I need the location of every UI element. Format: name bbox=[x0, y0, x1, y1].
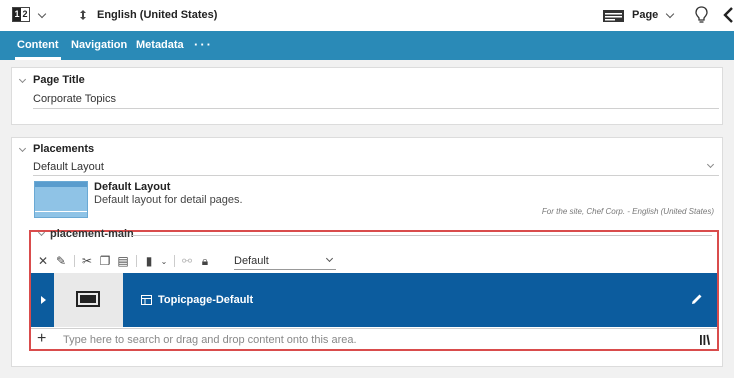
collapse-chevron-icon[interactable] bbox=[18, 144, 27, 153]
locale-icon bbox=[80, 10, 86, 20]
layout-name: Default Layout bbox=[94, 181, 171, 193]
page-title-field[interactable]: Corporate Topics bbox=[33, 93, 116, 105]
lightbulb-icon[interactable] bbox=[695, 6, 708, 24]
item-thumbnail bbox=[54, 273, 123, 327]
toolbar-separator bbox=[174, 255, 175, 267]
more-tabs-button[interactable]: ··· bbox=[194, 31, 213, 60]
monitor-icon bbox=[76, 291, 100, 307]
collapse-chevron-icon[interactable] bbox=[18, 75, 27, 84]
copy-icon[interactable]: ❐ bbox=[98, 253, 112, 269]
layout-description: Default layout for detail pages. bbox=[94, 194, 243, 206]
add-icon[interactable]: + bbox=[37, 330, 46, 348]
collapse-arrow-icon[interactable] bbox=[722, 7, 734, 23]
placement-toolbar: ✕ ✎ ✂ ❐ ▤ ▮ ⌄ ⚯ 🔒︎ bbox=[36, 252, 216, 270]
library-icon[interactable] bbox=[699, 332, 711, 346]
view-type-select[interactable]: Default bbox=[234, 252, 336, 270]
language-compare-toggle[interactable]: 1 2 bbox=[12, 7, 30, 22]
page-title-heading: Page Title bbox=[33, 74, 85, 86]
tab-bar: Content Navigation Metadata ··· bbox=[0, 31, 734, 60]
field-underline bbox=[33, 175, 719, 176]
page-view-icon[interactable] bbox=[603, 10, 624, 22]
tab-metadata[interactable]: Metadata bbox=[136, 31, 184, 60]
chevron-down-icon bbox=[325, 254, 334, 263]
cut-icon[interactable]: ✂ bbox=[80, 253, 94, 269]
expand-caret-icon[interactable] bbox=[41, 296, 46, 304]
layout-select[interactable]: Default Layout bbox=[33, 161, 104, 173]
placement-divider bbox=[132, 235, 712, 236]
field-underline bbox=[33, 108, 719, 109]
placements-panel: Placements Default Layout Default Layout… bbox=[11, 137, 723, 367]
page-grid-icon bbox=[141, 295, 152, 305]
chevron-down-icon[interactable] bbox=[37, 9, 47, 19]
chevron-down-icon[interactable] bbox=[706, 160, 715, 169]
toolbar-separator bbox=[136, 255, 137, 267]
placements-heading: Placements bbox=[33, 143, 95, 155]
view-mode-selector[interactable]: Page bbox=[632, 9, 658, 21]
page-title-panel: Page Title Corporate Topics bbox=[11, 67, 723, 125]
toggle-right: 2 bbox=[21, 8, 29, 21]
remove-icon[interactable]: ✕ bbox=[36, 253, 50, 269]
top-toolbar: 1 2 English (United States) Page bbox=[0, 0, 734, 31]
edit-pencil-icon[interactable] bbox=[691, 293, 703, 305]
toolbar-separator bbox=[74, 255, 75, 267]
chevron-down-icon[interactable]: ⌄ bbox=[160, 253, 168, 269]
placement-name: placement-main bbox=[50, 228, 134, 240]
edit-pencil-icon[interactable]: ✎ bbox=[54, 253, 68, 269]
insert-icon[interactable]: ▮ bbox=[142, 253, 156, 269]
drop-placeholder[interactable]: Type here to search or drag and drop con… bbox=[63, 334, 357, 346]
language-selector[interactable]: English (United States) bbox=[97, 9, 217, 21]
toggle-left: 1 bbox=[13, 8, 21, 21]
drop-area[interactable]: + Type here to search or drag and drop c… bbox=[31, 328, 717, 349]
view-type-value: Default bbox=[234, 255, 269, 267]
lock-icon[interactable]: 🔒︎ bbox=[198, 253, 212, 269]
tab-content[interactable]: Content bbox=[15, 31, 61, 60]
site-note: For the site, Chef Corp. - English (Unit… bbox=[541, 207, 714, 216]
chevron-down-icon[interactable] bbox=[665, 9, 675, 19]
item-label[interactable]: Topicpage-Default bbox=[158, 294, 253, 306]
placement-item-row[interactable]: Topicpage-Default bbox=[31, 273, 717, 327]
paste-icon[interactable]: ▤ bbox=[116, 253, 130, 269]
layout-thumbnail bbox=[34, 181, 88, 218]
unlink-icon[interactable]: ⚯ bbox=[180, 253, 194, 269]
tab-navigation[interactable]: Navigation bbox=[71, 31, 127, 60]
